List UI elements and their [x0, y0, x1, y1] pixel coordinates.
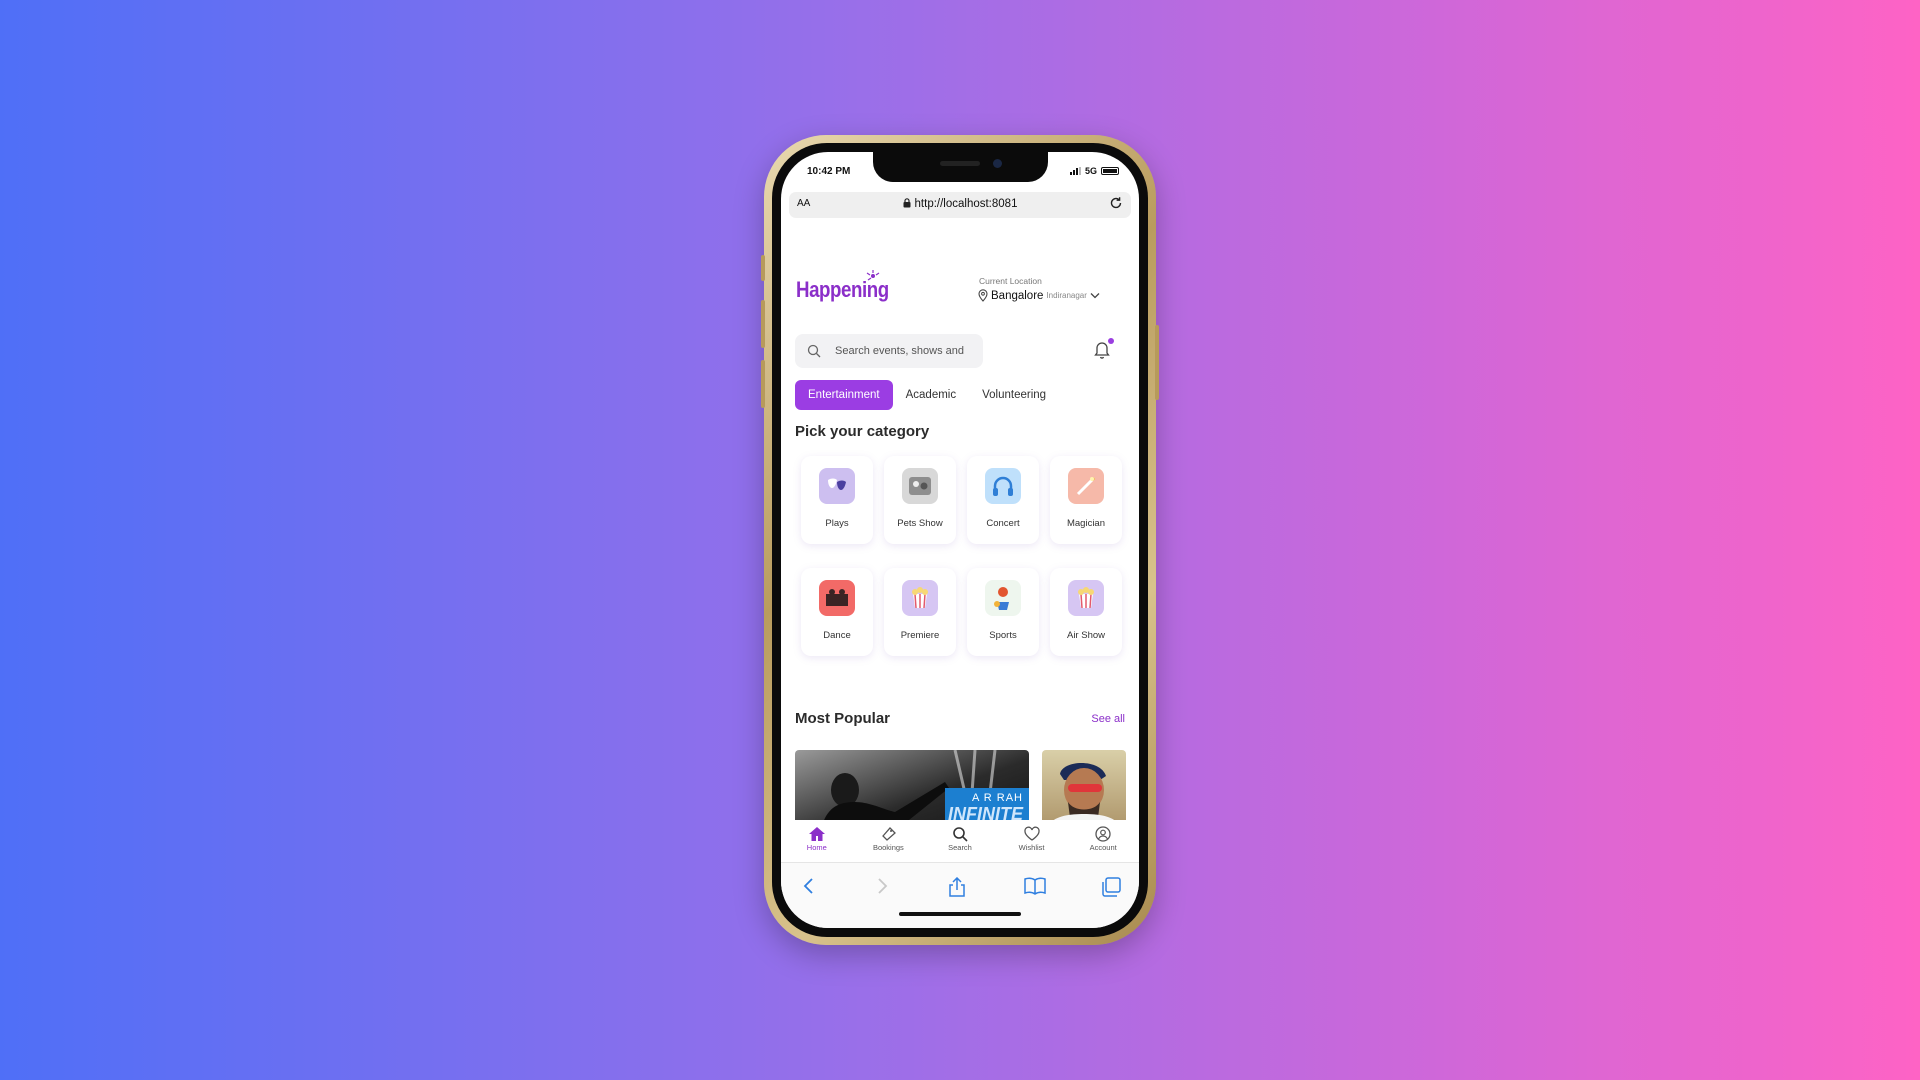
- signal-icon: [1069, 167, 1081, 175]
- banner-line1: A R RAH: [971, 792, 1023, 804]
- volume-down-button: [761, 360, 765, 408]
- lock-icon: [903, 198, 911, 208]
- nav-home[interactable]: Home: [787, 820, 847, 860]
- nav-label: Home: [806, 843, 827, 852]
- nav-label: Search: [948, 843, 972, 852]
- masks-icon: [819, 468, 855, 504]
- tab-volunteering[interactable]: Volunteering: [969, 380, 1059, 410]
- notch: [873, 152, 1048, 182]
- phone-frame: 10:42 PM 5G AA http://localhost:8081 Hap…: [761, 135, 1159, 945]
- nav-account[interactable]: Account: [1073, 820, 1133, 860]
- category-dance[interactable]: Dance: [801, 568, 873, 656]
- bookmarks-icon[interactable]: [1024, 877, 1046, 895]
- address-bar[interactable]: AA http://localhost:8081: [789, 192, 1131, 218]
- category-label: Plays: [825, 518, 849, 529]
- power-button: [1155, 325, 1159, 400]
- search-icon: [807, 344, 821, 358]
- nav-label: Account: [1089, 843, 1117, 852]
- category-concert[interactable]: Concert: [967, 456, 1039, 544]
- notification-dot: [1108, 338, 1114, 344]
- tab-academic[interactable]: Academic: [893, 380, 970, 410]
- network-type: 5G: [1084, 166, 1097, 176]
- brand-logo[interactable]: Happening: [796, 277, 889, 303]
- back-icon[interactable]: [801, 877, 817, 895]
- popcorn-icon: [902, 580, 938, 616]
- category-magician[interactable]: Magician: [1050, 456, 1122, 544]
- chevron-down-icon: [1090, 293, 1100, 299]
- camera-icon: [993, 159, 1002, 168]
- category-label: Magician: [1066, 518, 1106, 529]
- search-icon: [953, 827, 968, 842]
- phone-screen: 10:42 PM 5G AA http://localhost:8081 Hap…: [781, 152, 1139, 928]
- popular-card-ar-rahman[interactable]: A R RAH INFINITE: [795, 750, 1029, 822]
- home-indicator: [899, 912, 1021, 916]
- category-label: Sports: [989, 630, 1017, 641]
- see-all-link[interactable]: See all: [1091, 713, 1125, 725]
- url-value: http://localhost:8081: [914, 198, 1018, 210]
- nav-label: Bookings: [872, 843, 904, 852]
- location-city: Bangalore: [991, 289, 1044, 302]
- location-area: Indiranagar: [1046, 291, 1087, 300]
- cricketer-image: [1051, 763, 1117, 822]
- bottom-nav: Home Bookings Search Wishlist Account: [781, 820, 1139, 860]
- category-tabs: Entertainment Academic Volunteering: [795, 380, 1059, 410]
- battery-icon: [1101, 167, 1119, 175]
- popcorn-icon: [1068, 580, 1104, 616]
- location-selector[interactable]: Bangalore Indiranagar: [978, 289, 1100, 302]
- reload-icon[interactable]: [1109, 196, 1123, 213]
- nav-wishlist[interactable]: Wishlist: [1002, 820, 1062, 860]
- popular-card-cricket[interactable]: [1042, 750, 1126, 822]
- notification-button[interactable]: [1093, 338, 1114, 364]
- popular-section-title: Most Popular: [795, 710, 891, 727]
- search-input[interactable]: Search events, shows and: [795, 334, 983, 368]
- event-banner: A R RAH INFINITE: [945, 788, 1029, 822]
- category-label: Concert: [986, 518, 1020, 529]
- nav-label: Wishlist: [1018, 843, 1045, 852]
- mute-switch: [761, 255, 765, 281]
- page-content: Happening Current Location Bangalore Ind…: [781, 222, 1139, 822]
- category-sports[interactable]: Sports: [967, 568, 1039, 656]
- ticket-icon: [882, 827, 897, 841]
- category-section-title: Pick your category: [795, 423, 930, 440]
- volume-up-button: [761, 300, 765, 348]
- safari-toolbar: [781, 862, 1139, 928]
- tab-entertainment[interactable]: Entertainment: [795, 380, 893, 410]
- category-premiere[interactable]: Premiere: [884, 568, 956, 656]
- category-pets-show[interactable]: Pets Show: [884, 456, 956, 544]
- nav-bookings[interactable]: Bookings: [858, 820, 918, 860]
- url-text[interactable]: http://localhost:8081: [789, 198, 1131, 210]
- tabs-icon[interactable]: [1101, 877, 1121, 897]
- status-time: 10:42 PM: [807, 166, 851, 177]
- account-icon: [1095, 826, 1111, 842]
- location-label: Current Location: [979, 276, 1042, 286]
- heart-icon: [1023, 826, 1040, 841]
- category-label: Air Show: [1066, 630, 1105, 641]
- pets-icon: [902, 468, 938, 504]
- category-label: Premiere: [900, 630, 940, 641]
- category-air-show[interactable]: Air Show: [1050, 568, 1122, 656]
- dance-icon: [819, 580, 855, 616]
- share-icon[interactable]: [948, 877, 966, 897]
- category-plays[interactable]: Plays: [801, 456, 873, 544]
- forward-icon[interactable]: [874, 877, 890, 895]
- category-label: Dance: [823, 630, 851, 641]
- nav-search[interactable]: Search: [930, 820, 990, 860]
- location-pin-icon: [978, 289, 988, 302]
- home-icon: [808, 827, 825, 841]
- magic-wand-icon: [1068, 468, 1104, 504]
- category-label: Pets Show: [897, 518, 943, 529]
- search-placeholder: Search events, shows and: [835, 345, 965, 357]
- headphones-icon: [985, 468, 1021, 504]
- sports-icon: [985, 580, 1021, 616]
